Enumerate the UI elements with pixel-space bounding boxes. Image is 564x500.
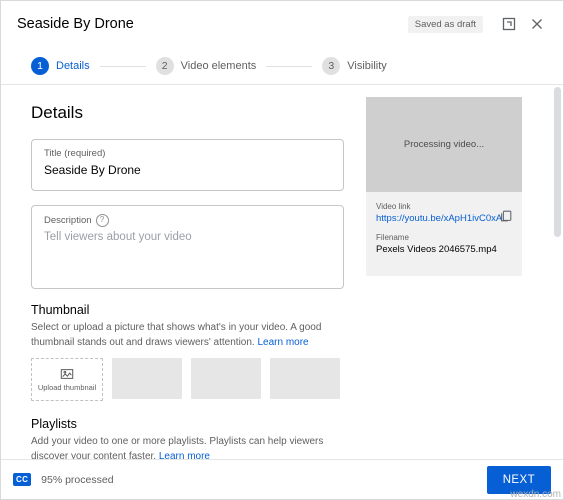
status-badge: Saved as draft <box>407 15 483 33</box>
step-connector <box>266 65 313 67</box>
description-label: Description ? <box>44 214 331 227</box>
copy-icon[interactable] <box>496 206 516 226</box>
scroll-area: Details Title (required) Seaside By Dron… <box>1 85 563 459</box>
thumbnail-slot[interactable] <box>112 358 182 399</box>
filename-block: Filename Pexels Videos 2046575.mp4 <box>376 233 512 255</box>
dialog-body: Details Title (required) Seaside By Dron… <box>1 85 563 459</box>
processing-video-placeholder: Processing video... <box>366 97 522 192</box>
stepper: 1 Details 2 Video elements 3 Visibility <box>1 47 563 85</box>
dialog-footer: CC 95% processed NEXT <box>1 459 563 499</box>
thumbnail-heading: Thumbnail <box>31 303 90 317</box>
title-input[interactable]: Seaside By Drone <box>44 163 331 177</box>
step-number: 2 <box>155 57 174 75</box>
video-link[interactable]: https://youtu.be/xApH1ivC0xA <box>376 213 512 224</box>
playlists-description: Add your video to one or more playlists.… <box>31 435 344 459</box>
preview-column: Processing video... Video link https://y… <box>366 97 541 449</box>
upload-thumbnail-label: Upload thumbnail <box>37 383 97 392</box>
description-input[interactable]: Tell viewers about your video <box>44 231 331 243</box>
step-label: Details <box>56 60 90 72</box>
thumbnail-slot[interactable] <box>191 358 261 399</box>
video-link-label: Video link <box>376 202 411 211</box>
dialog-header: Seaside By Drone Saved as draft <box>1 1 563 47</box>
cc-badge: CC <box>13 473 32 486</box>
thumbnail-options: Upload thumbnail <box>31 358 344 401</box>
video-preview-card: Processing video... Video link https://y… <box>366 97 522 276</box>
title-field[interactable]: Title (required) Seaside By Drone <box>31 139 344 191</box>
step-number: 1 <box>31 57 49 75</box>
playlists-heading: Playlists <box>31 417 77 431</box>
scrollbar-thumb[interactable] <box>554 87 561 237</box>
filename-label: Filename <box>376 233 409 242</box>
section-title: Details <box>31 103 83 122</box>
close-icon[interactable] <box>525 12 549 36</box>
step-video-elements[interactable]: 2 Video elements <box>155 57 257 75</box>
expand-icon[interactable] <box>497 12 521 36</box>
step-details[interactable]: 1 Details <box>31 57 90 75</box>
thumbnail-learn-more-link[interactable]: Learn more <box>257 337 308 348</box>
playlists-learn-more-link[interactable]: Learn more <box>159 451 210 460</box>
step-number: 3 <box>322 57 341 75</box>
image-upload-icon <box>60 367 74 381</box>
description-label-text: Description <box>44 215 92 226</box>
details-column: Details Title (required) Seaside By Dron… <box>31 97 344 459</box>
step-label: Video elements <box>180 60 257 72</box>
help-icon[interactable]: ? <box>95 214 109 227</box>
step-connector <box>99 65 146 67</box>
description-field[interactable]: Description ? Tell viewers about your vi… <box>31 205 344 289</box>
upload-thumbnail-button[interactable]: Upload thumbnail <box>31 358 103 401</box>
page-title: Seaside By Drone <box>17 16 134 32</box>
step-label: Visibility <box>347 60 387 72</box>
title-label: Title (required) <box>44 148 106 159</box>
scrollbar[interactable] <box>554 87 561 457</box>
thumbnail-slot[interactable] <box>270 358 340 399</box>
video-link-block: Video link https://youtu.be/xApH1ivC0xA <box>376 202 512 224</box>
preview-info: Video link https://youtu.be/xApH1ivC0xA … <box>366 192 522 276</box>
filename-value: Pexels Videos 2046575.mp4 <box>376 244 497 255</box>
upload-dialog: Seaside By Drone Saved as draft 1 Detail… <box>0 0 564 500</box>
step-visibility[interactable]: 3 Visibility <box>322 57 387 75</box>
thumbnail-description: Select or upload a picture that shows wh… <box>31 321 344 350</box>
watermark: wexdn.com <box>510 489 561 500</box>
processing-status: 95% processed <box>41 473 114 486</box>
